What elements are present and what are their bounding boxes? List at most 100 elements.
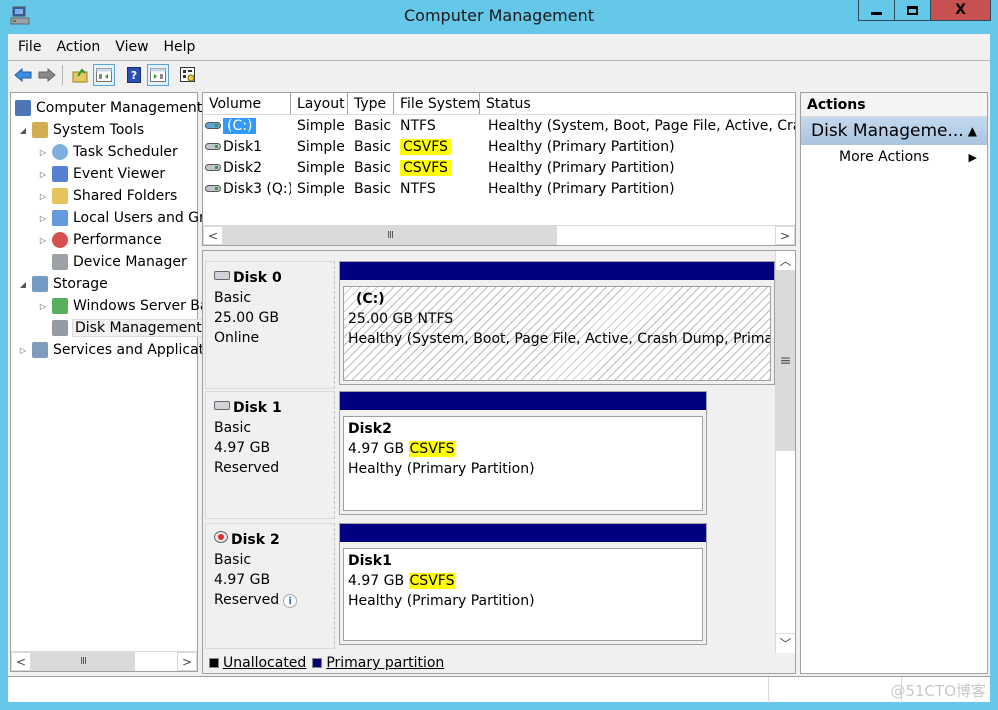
partition-block[interactable]: Disk2 4.97 GB CSVFS Healthy (Primary Parti… [339, 391, 707, 515]
maximize-button[interactable] [895, 0, 931, 20]
scroll-track[interactable] [135, 652, 177, 671]
tree-item-performance[interactable]: ▷ Performance [37, 229, 162, 251]
menu-action[interactable]: Action [56, 39, 100, 55]
column-header-file-system[interactable]: File System [394, 93, 480, 114]
volume-icon [205, 122, 221, 129]
actions-group-label: Disk Manageme... [811, 121, 964, 141]
grip-icon: III [80, 656, 87, 667]
tree-item-system-tools[interactable]: ◢ System Tools [17, 119, 144, 141]
tree-item-shared-folders[interactable]: ▷ Shared Folders [37, 185, 177, 207]
tree-item-services-and-applicat[interactable]: ▷ Services and Applicat [17, 339, 204, 361]
menu-help[interactable]: Help [164, 39, 196, 55]
close-button[interactable]: X [931, 0, 990, 20]
scroll-thumb[interactable]: ≡ [776, 271, 795, 451]
forward-button[interactable] [36, 64, 58, 86]
tree-horizontal-scrollbar[interactable]: < III > [11, 651, 197, 671]
show-hide-console-tree-button[interactable] [93, 64, 115, 86]
volume-cell: (C:) [203, 117, 291, 134]
scroll-thumb[interactable]: III [223, 226, 557, 245]
volume-row[interactable]: Disk3 (Q:) Simple Basic NTFS Healthy (Primar… [203, 178, 795, 199]
scroll-track[interactable] [557, 226, 775, 245]
tree-item-task-scheduler[interactable]: ▷ Task Scheduler [37, 141, 178, 163]
tree-item-computer-management[interactable]: Computer Management [15, 97, 202, 119]
partition-size: 4.97 GB [348, 441, 405, 457]
primary-partition-bar [340, 524, 706, 542]
scroll-down-button[interactable]: ﹀ [776, 633, 795, 653]
disk-view-vertical-scrollbar[interactable]: ︿ ≡ ﹀ [775, 251, 795, 653]
computer-management-icon [15, 100, 31, 116]
tree-item-event-viewer[interactable]: ▷ Event Viewer [37, 163, 165, 185]
expand-arrow-icon[interactable]: ▷ [37, 170, 49, 179]
menu-bar: File Action View Help [8, 34, 990, 61]
disk-state: Reserved i [214, 590, 326, 610]
disk-state-text: Reserved [214, 460, 280, 476]
volume-row[interactable]: Disk1 Simple Basic CSVFS Healthy (Primary Pa… [203, 136, 795, 157]
column-header-status[interactable]: Status [480, 93, 795, 114]
volume-row[interactable]: Disk2 Simple Basic CSVFS Healthy (Primary Pa… [203, 157, 795, 178]
more-actions-item[interactable]: More Actions ▶ [801, 145, 987, 169]
show-hide-action-pane-button[interactable] [147, 64, 169, 86]
volume-cell: Disk2 [203, 160, 291, 176]
actions-group-disk-management[interactable]: Disk Manageme... ▲ [801, 117, 987, 145]
file-system-cell: NTFS [394, 118, 480, 134]
collapse-arrow-icon[interactable]: ◢ [17, 280, 29, 289]
expand-arrow-icon[interactable]: ▷ [37, 148, 49, 157]
column-header-volume[interactable]: Volume [203, 93, 291, 114]
scroll-up-button[interactable]: ︿ [776, 251, 795, 271]
disk-info[interactable]: Disk 0 Basic 25.00 GB Online [205, 261, 335, 389]
partition-status: Healthy (Primary Partition) [348, 461, 535, 477]
column-header-layout[interactable]: Layout [291, 93, 348, 114]
volume-list-horizontal-scrollbar[interactable]: < III > [203, 225, 795, 245]
tree-item-device-manager[interactable]: Device Manager [37, 251, 187, 273]
collapse-triangle-icon: ▲ [967, 124, 977, 138]
clock-icon [52, 144, 68, 160]
layout-cell: Simple [297, 117, 345, 134]
properties-button[interactable] [177, 64, 199, 86]
scroll-thumb[interactable]: III [31, 652, 135, 671]
status-cell: Healthy (Primary Partition) [488, 159, 675, 176]
expand-arrow-icon[interactable]: ▷ [37, 236, 49, 245]
file-system-value: NTFS [400, 117, 436, 134]
expand-arrow-icon[interactable]: ▷ [37, 302, 49, 311]
partition-file-system: CSVFS [408, 573, 456, 589]
event-viewer-icon [52, 166, 68, 182]
disk-info[interactable]: Disk 1 Basic 4.97 GB Reserved [205, 391, 335, 519]
volume-list-header: Volume Layout Type File System Status [203, 93, 795, 115]
collapse-arrow-icon[interactable]: ◢ [17, 126, 29, 135]
tree-item-disk-management[interactable]: Disk Management [37, 317, 205, 339]
up-folder-button[interactable] [69, 64, 91, 86]
scroll-left-button[interactable]: < [11, 652, 31, 671]
scroll-right-button[interactable]: > [177, 652, 197, 671]
volume-row[interactable]: (C:) Simple Basic NTFS Healthy (System, Boot… [203, 115, 795, 136]
tree-item-storage[interactable]: ◢ Storage [17, 273, 108, 295]
help-button[interactable]: ? [123, 64, 145, 86]
partition-block[interactable]: (C:) 25.00 GB NTFS Healthy (System, Boot, … [339, 261, 775, 385]
scroll-left-button[interactable]: < [203, 226, 223, 245]
column-header-type[interactable]: Type [348, 93, 394, 114]
tree-item-local-users-and-gro[interactable]: ▷ Local Users and Gro [37, 207, 213, 229]
disk-reserved-icon [214, 531, 228, 543]
info-icon[interactable]: i [283, 594, 298, 608]
svg-text:?: ? [131, 69, 137, 82]
volume-cell: Disk1 [203, 139, 291, 155]
file-system-value: CSVFS [400, 138, 451, 155]
expand-arrow-icon[interactable]: ▷ [37, 192, 49, 201]
type-cell: Basic [354, 180, 392, 197]
legend-swatch [312, 658, 323, 668]
disk-info[interactable]: Disk 2 Basic 4.97 GB Reserved i [205, 523, 335, 649]
partition-block[interactable]: Disk1 4.97 GB CSVFS Healthy (Primary Parti… [339, 523, 707, 645]
menu-file[interactable]: File [18, 39, 41, 55]
tree-item-windows-server-ba[interactable]: ▷ Windows Server Ba [37, 295, 209, 317]
title-bar: Computer Management X [0, 0, 998, 34]
disk-type: Basic [214, 420, 252, 436]
legend-label: Unallocated [223, 655, 307, 671]
partition-title: Disk2 [348, 421, 392, 437]
expand-arrow-icon[interactable]: ▷ [17, 346, 29, 355]
menu-view[interactable]: View [115, 39, 148, 55]
expand-arrow-icon[interactable]: ▷ [37, 214, 49, 223]
type-cell: Basic [354, 159, 392, 176]
partition-title: Disk1 [348, 553, 392, 569]
minimize-button[interactable] [859, 0, 895, 20]
scroll-right-button[interactable]: > [775, 226, 795, 245]
back-button[interactable] [12, 64, 34, 86]
